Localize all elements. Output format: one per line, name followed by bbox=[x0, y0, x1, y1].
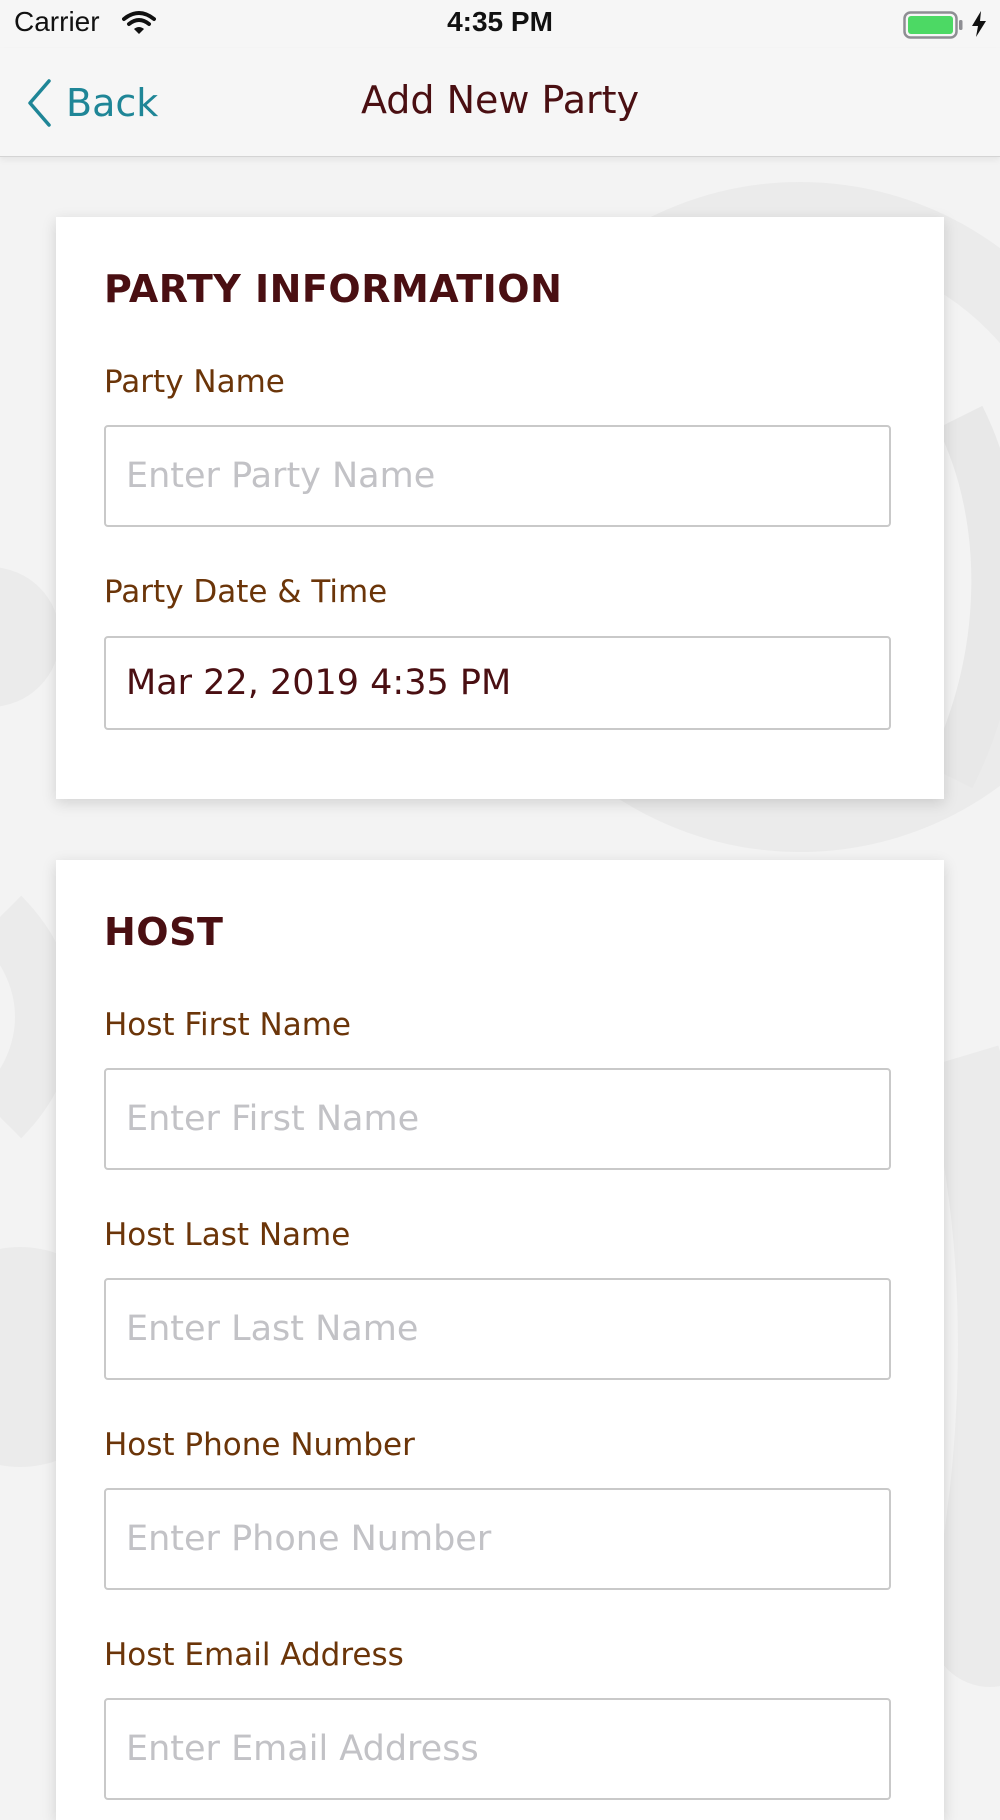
party-datetime-value: Mar 22, 2019 4:35 PM bbox=[126, 663, 512, 703]
host-card: HOST Host First Name Host Last Name Host… bbox=[56, 860, 944, 1820]
host-last-name-label: Host Last Name bbox=[104, 1217, 351, 1253]
party-name-label: Party Name bbox=[104, 364, 285, 400]
host-heading: HOST bbox=[104, 910, 224, 954]
party-information-heading: PARTY INFORMATION bbox=[104, 267, 563, 311]
page-title: Add New Party bbox=[360, 78, 640, 122]
status-time: 4:35 PM bbox=[447, 6, 553, 37]
charging-bolt-icon bbox=[972, 11, 986, 37]
status-bar: Carrier 4:35 PM bbox=[0, 0, 1000, 48]
host-first-name-input[interactable] bbox=[104, 1068, 891, 1170]
host-phone-label: Host Phone Number bbox=[104, 1427, 415, 1463]
party-information-card: PARTY INFORMATION Party Name Party Date … bbox=[56, 217, 944, 799]
host-last-name-input[interactable] bbox=[104, 1278, 891, 1380]
battery-icon bbox=[903, 11, 963, 39]
navigation-bar: Back Add New Party bbox=[0, 48, 1000, 157]
host-email-label: Host Email Address bbox=[104, 1637, 404, 1673]
party-datetime-field[interactable]: Mar 22, 2019 4:35 PM bbox=[104, 636, 891, 730]
host-email-input[interactable] bbox=[104, 1698, 891, 1800]
host-first-name-label: Host First Name bbox=[104, 1007, 351, 1043]
host-phone-input[interactable] bbox=[104, 1488, 891, 1590]
party-datetime-label: Party Date & Time bbox=[104, 574, 388, 610]
party-name-input[interactable] bbox=[104, 425, 891, 527]
